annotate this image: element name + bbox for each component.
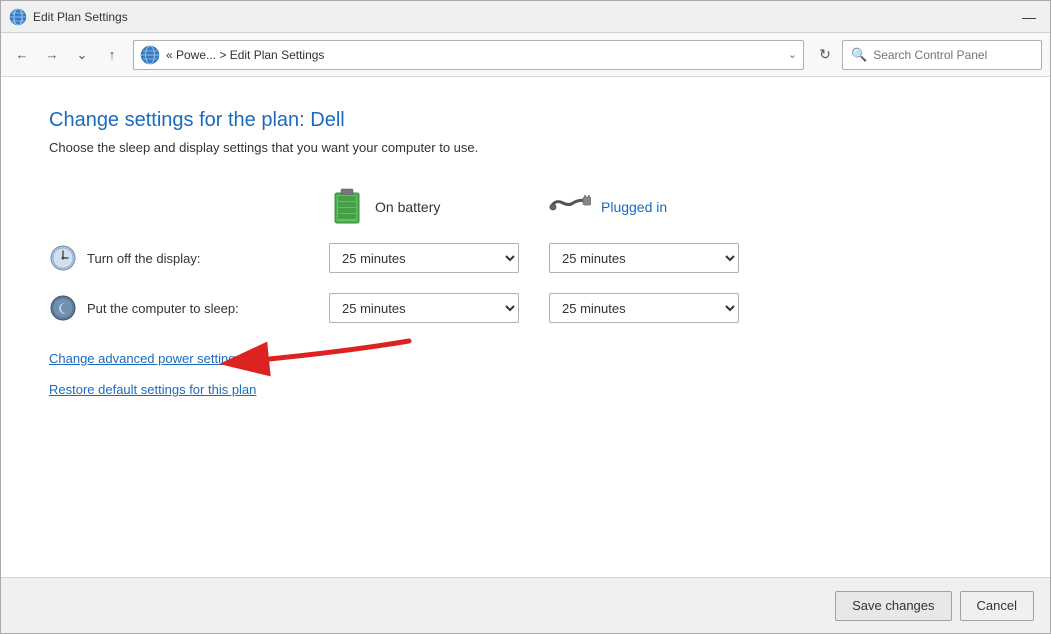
plug-icon bbox=[549, 193, 591, 221]
display-plugged-dropdown-wrap: 25 minutes 1 minute 2 minutes 5 minutes … bbox=[549, 243, 769, 273]
up-button[interactable]: ↑ bbox=[99, 42, 125, 68]
search-icon: 🔍 bbox=[851, 47, 867, 63]
window-icon bbox=[9, 8, 27, 26]
restore-defaults-link[interactable]: Restore default settings for this plan bbox=[49, 382, 256, 397]
window-controls: — bbox=[1016, 7, 1042, 27]
content-area: Change settings for the plan: Dell Choos… bbox=[1, 77, 1050, 577]
address-bar-icon bbox=[140, 45, 160, 65]
sleep-plugged-select[interactable]: 25 minutes 1 minute 2 minutes 5 minutes … bbox=[549, 293, 739, 323]
page-subtitle: Choose the sleep and display settings th… bbox=[49, 140, 1002, 155]
back-button[interactable]: ← bbox=[9, 42, 35, 68]
nav-bar: ← → ⌄ ↑ « Powe... > Edit Plan Settings ⌄… bbox=[1, 33, 1050, 77]
sleep-on-battery-dropdown-wrap: 25 minutes 1 minute 2 minutes 5 minutes … bbox=[329, 293, 549, 323]
save-changes-button[interactable]: Save changes bbox=[835, 591, 951, 621]
search-input[interactable] bbox=[873, 48, 1033, 62]
sleep-setting-label: Put the computer to sleep: bbox=[87, 301, 239, 316]
title-bar: Edit Plan Settings — bbox=[1, 1, 1050, 33]
sleep-icon bbox=[49, 294, 77, 322]
main-window: Edit Plan Settings — ← → ⌄ ↑ « Powe... >… bbox=[0, 0, 1051, 634]
on-battery-label: On battery bbox=[375, 199, 440, 215]
footer: Save changes Cancel bbox=[1, 577, 1050, 633]
links-section: Change advanced power settings Restore d… bbox=[49, 351, 1002, 405]
address-chevron-icon[interactable]: ⌄ bbox=[788, 48, 797, 61]
search-box[interactable]: 🔍 bbox=[842, 40, 1042, 70]
recent-locations-button[interactable]: ⌄ bbox=[69, 42, 95, 68]
display-setting-row: Turn off the display: 25 minutes 1 minut… bbox=[49, 243, 1002, 273]
page-title: Change settings for the plan: Dell bbox=[49, 109, 1002, 132]
display-on-battery-select[interactable]: 25 minutes 1 minute 2 minutes 5 minutes … bbox=[329, 243, 519, 273]
battery-icon bbox=[329, 187, 365, 227]
sleep-on-battery-select[interactable]: 25 minutes 1 minute 2 minutes 5 minutes … bbox=[329, 293, 519, 323]
on-battery-header: On battery bbox=[329, 187, 549, 227]
arrow-annotation bbox=[209, 321, 429, 391]
plugged-in-header: Plugged in bbox=[549, 187, 769, 227]
forward-button[interactable]: → bbox=[39, 42, 65, 68]
display-setting-label: Turn off the display: bbox=[87, 251, 200, 266]
window-title: Edit Plan Settings bbox=[33, 10, 1016, 24]
sleep-label: Put the computer to sleep: bbox=[49, 294, 329, 322]
cancel-button[interactable]: Cancel bbox=[960, 591, 1034, 621]
address-breadcrumb: « Powe... > Edit Plan Settings bbox=[166, 48, 782, 62]
display-on-battery-dropdown-wrap: 25 minutes 1 minute 2 minutes 5 minutes … bbox=[329, 243, 549, 273]
address-bar[interactable]: « Powe... > Edit Plan Settings ⌄ bbox=[133, 40, 804, 70]
display-icon bbox=[49, 244, 77, 272]
display-label: Turn off the display: bbox=[49, 244, 329, 272]
advanced-power-settings-link[interactable]: Change advanced power settings bbox=[49, 351, 242, 366]
plugged-in-label: Plugged in bbox=[601, 199, 667, 215]
sleep-setting-row: Put the computer to sleep: 25 minutes 1 … bbox=[49, 293, 1002, 323]
refresh-button[interactable]: ↻ bbox=[812, 42, 838, 68]
display-plugged-select[interactable]: 25 minutes 1 minute 2 minutes 5 minutes … bbox=[549, 243, 739, 273]
sleep-plugged-dropdown-wrap: 25 minutes 1 minute 2 minutes 5 minutes … bbox=[549, 293, 769, 323]
column-headers: On battery Plugged in bbox=[49, 187, 1002, 227]
minimize-button[interactable]: — bbox=[1016, 7, 1042, 27]
